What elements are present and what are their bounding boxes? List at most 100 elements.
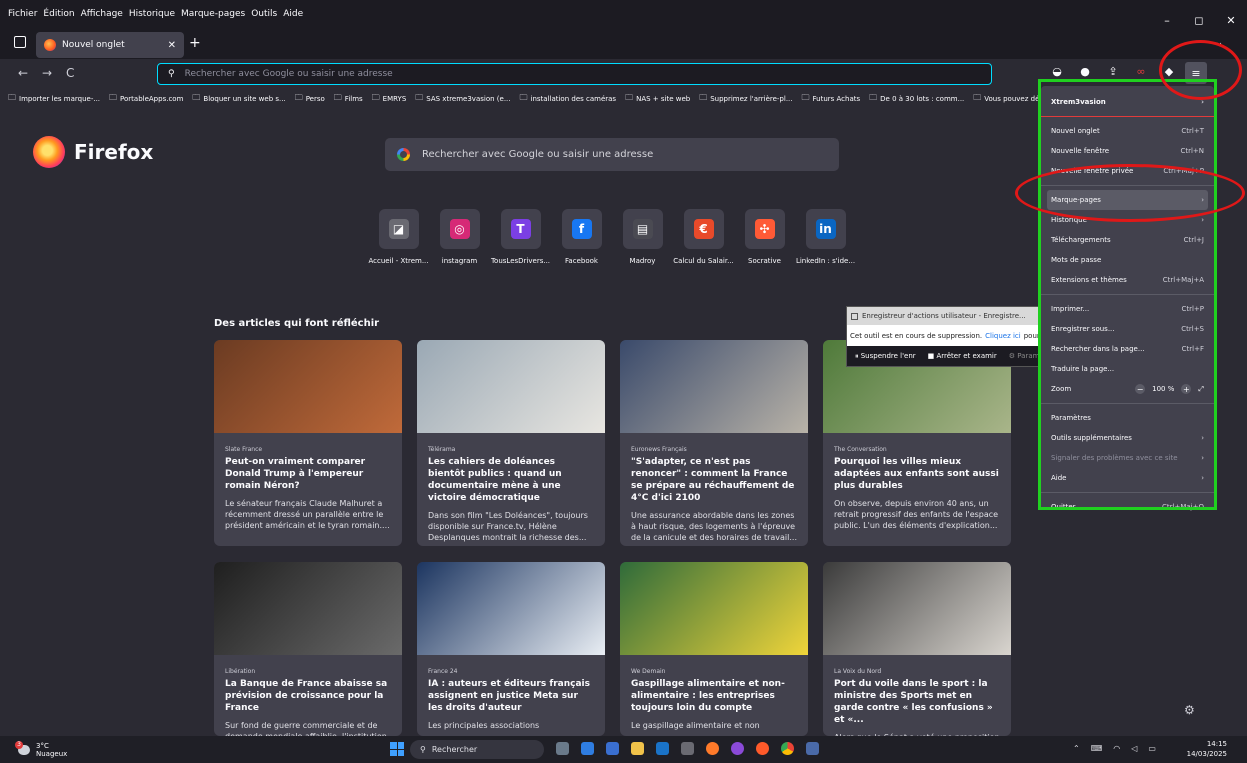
menu-edition[interactable]: Édition (43, 9, 74, 19)
clock[interactable]: 14:15 14/03/2025 (1187, 739, 1227, 759)
stop-record-button[interactable]: ■ Arrêter et examir (928, 352, 997, 360)
top-site-tile[interactable]: € (683, 209, 724, 249)
store-icon[interactable] (606, 742, 619, 755)
personalize-gear-icon[interactable]: ⚙ (1184, 703, 1195, 717)
article-card[interactable]: Euronews Français "S'adapter, ce n'est pa… (620, 340, 808, 546)
taskbar-apps (556, 742, 819, 755)
extension-icon[interactable]: ∞ (1135, 65, 1147, 78)
article-card[interactable]: Libération La Banque de France abaisse sa… (214, 562, 402, 736)
tab-list-icon[interactable] (14, 36, 26, 48)
top-site-tile[interactable]: ✣ (744, 209, 785, 249)
bookmark-item[interactable]: 🗀 De 0 à 30 lots : comm... (869, 92, 964, 106)
top-site-1[interactable]: ◎ instagram (429, 209, 490, 265)
wifi-icon[interactable]: ◠ (1113, 744, 1120, 753)
top-site-7[interactable]: in LinkedIn : s'ide... (795, 209, 856, 265)
task-view-icon[interactable] (556, 742, 569, 755)
top-site-tile[interactable]: ▤ (622, 209, 663, 249)
menu-outils[interactable]: Outils (251, 9, 277, 19)
account-icon[interactable]: ● (1079, 65, 1091, 78)
taskbar-search[interactable]: ⚲ Rechercher (410, 740, 544, 759)
article-card[interactable]: We Demain Gaspillage alimentaire et non-a… (620, 562, 808, 736)
weather-widget[interactable]: 3°C Nuageux (15, 741, 67, 758)
top-site-tile[interactable]: f (561, 209, 602, 249)
article-description: Dans son film "Les Doléances", toujours … (428, 511, 588, 542)
widgets-icon[interactable] (581, 742, 594, 755)
new-tab-button[interactable]: + (189, 35, 201, 51)
bookmark-item[interactable]: 🗀 Futurs Achats (802, 92, 861, 106)
folder-icon: 🗀 (801, 92, 810, 102)
firefox-taskbar-icon-2[interactable] (756, 742, 769, 755)
article-card[interactable]: Slate France Peut-on vraiment comparer Do… (214, 340, 402, 546)
top-site-tile[interactable]: ◎ (439, 209, 480, 249)
menu-fichier[interactable]: Fichier (8, 9, 37, 19)
top-site-4[interactable]: ▤ Madroy (612, 209, 673, 265)
bookmark-item[interactable]: 🗀 Perso (295, 92, 325, 106)
volume-icon[interactable]: ◁ (1131, 744, 1137, 753)
top-site-3[interactable]: f Facebook (551, 209, 612, 265)
calculator-icon[interactable] (681, 742, 694, 755)
chevron-up-icon[interactable]: ⌃ (1073, 744, 1080, 753)
firefox-taskbar-icon[interactable] (706, 742, 719, 755)
app-icon[interactable] (806, 742, 819, 755)
recorder-link[interactable]: Cliquez ici (985, 332, 1021, 340)
bookmark-item[interactable]: 🗀 Importer les marque-... (8, 92, 100, 106)
stop-label: Arrêter et examir (936, 352, 997, 360)
windows-start-icon[interactable] (390, 742, 404, 756)
bookmark-item[interactable]: 🗀 EMRYS (372, 92, 407, 106)
top-site-2[interactable]: T TousLesDrivers... (490, 209, 551, 265)
top-site-0[interactable]: ◪ Accueil - Xtrem... (368, 209, 429, 265)
bookmark-item[interactable]: 🗀 PortableApps.com (109, 92, 183, 106)
url-bar[interactable]: ⚲ Rechercher avec Google ou saisir une a… (157, 63, 992, 85)
article-card[interactable]: France 24 IA : auteurs et éditeurs frança… (417, 562, 605, 736)
article-image (417, 340, 605, 433)
bookmark-label: Films (344, 94, 363, 103)
outlook-icon[interactable] (656, 742, 669, 755)
pause-label: Suspendre l'enr (860, 351, 916, 360)
toolbar-icons: ◒ ● ⇪ ∞ ◆ (1051, 65, 1175, 78)
reload-button[interactable]: C (66, 66, 74, 80)
article-card[interactable]: The Conversation Pourquoi les villes mieu… (823, 340, 1011, 546)
keyboard-icon[interactable]: ⌨ (1091, 744, 1103, 753)
menu-affichage[interactable]: Affichage (81, 9, 123, 19)
chrome-icon[interactable] (781, 742, 794, 755)
top-site-label: Socrative (748, 257, 781, 265)
bookmark-item[interactable]: 🗀 installation des caméras (520, 92, 617, 106)
share-icon[interactable]: ⇪ (1107, 65, 1119, 78)
bookmark-item[interactable]: 🗀 Supprimez l'arrière-pl... (699, 92, 792, 106)
bookmark-item[interactable]: 🗀 SAS xtreme3vasion (e... (415, 92, 510, 106)
site-icon: ◪ (388, 219, 409, 239)
site-icon: f (571, 219, 592, 239)
top-site-label: Madroy (629, 257, 656, 265)
menu-historique[interactable]: Historique (129, 9, 175, 19)
menu-marque-pages[interactable]: Marque-pages (181, 9, 245, 19)
top-site-tile[interactable]: ◪ (378, 209, 419, 249)
forward-button[interactable]: → (42, 66, 52, 80)
weather-temp: 3°C (36, 742, 49, 750)
tab-new-tab[interactable]: Nouvel onglet ✕ (36, 32, 184, 58)
top-site-5[interactable]: € Calcul du Salair... (673, 209, 734, 265)
top-site-tile[interactable]: T (500, 209, 541, 249)
article-card[interactable]: La Voix du Nord Port du voile dans le spo… (823, 562, 1011, 736)
pause-record-button[interactable]: ⏸ Suspendre l'enr (855, 352, 916, 361)
article-card[interactable]: Télérama Les cahiers de doléances bientôt… (417, 340, 605, 546)
article-title: IA : auteurs et éditeurs français assign… (428, 679, 590, 713)
top-site-tile[interactable]: in (805, 209, 846, 249)
battery-icon[interactable]: ▭ (1148, 744, 1156, 753)
file-explorer-icon[interactable] (631, 742, 644, 755)
bookmark-item[interactable]: 🗀 Bloquer un site web s... (192, 92, 285, 106)
close-tab-icon[interactable]: ✕ (168, 40, 176, 51)
recorder-message-text: Cet outil est en cours de suppression. (850, 331, 983, 340)
back-button[interactable]: ← (18, 66, 28, 80)
bookmark-item[interactable]: 🗀 Films (334, 92, 363, 106)
firefox-dev-icon[interactable] (731, 742, 744, 755)
pocket-icon[interactable]: ◒ (1051, 65, 1063, 78)
article-description: Une assurance abordable dans les zones à… (631, 511, 797, 542)
article-image (620, 340, 808, 433)
cloud-icon (15, 741, 30, 755)
newtab-search-input[interactable]: Rechercher avec Google ou saisir une adr… (385, 138, 839, 171)
clock-time: 14:15 (1206, 740, 1227, 748)
bookmark-item[interactable]: 🗀 NAS + site web (625, 92, 690, 106)
top-site-6[interactable]: ✣ Socrative (734, 209, 795, 265)
bookmark-label: Supprimez l'arrière-pl... (710, 94, 793, 103)
menu-aide[interactable]: Aide (283, 9, 303, 19)
